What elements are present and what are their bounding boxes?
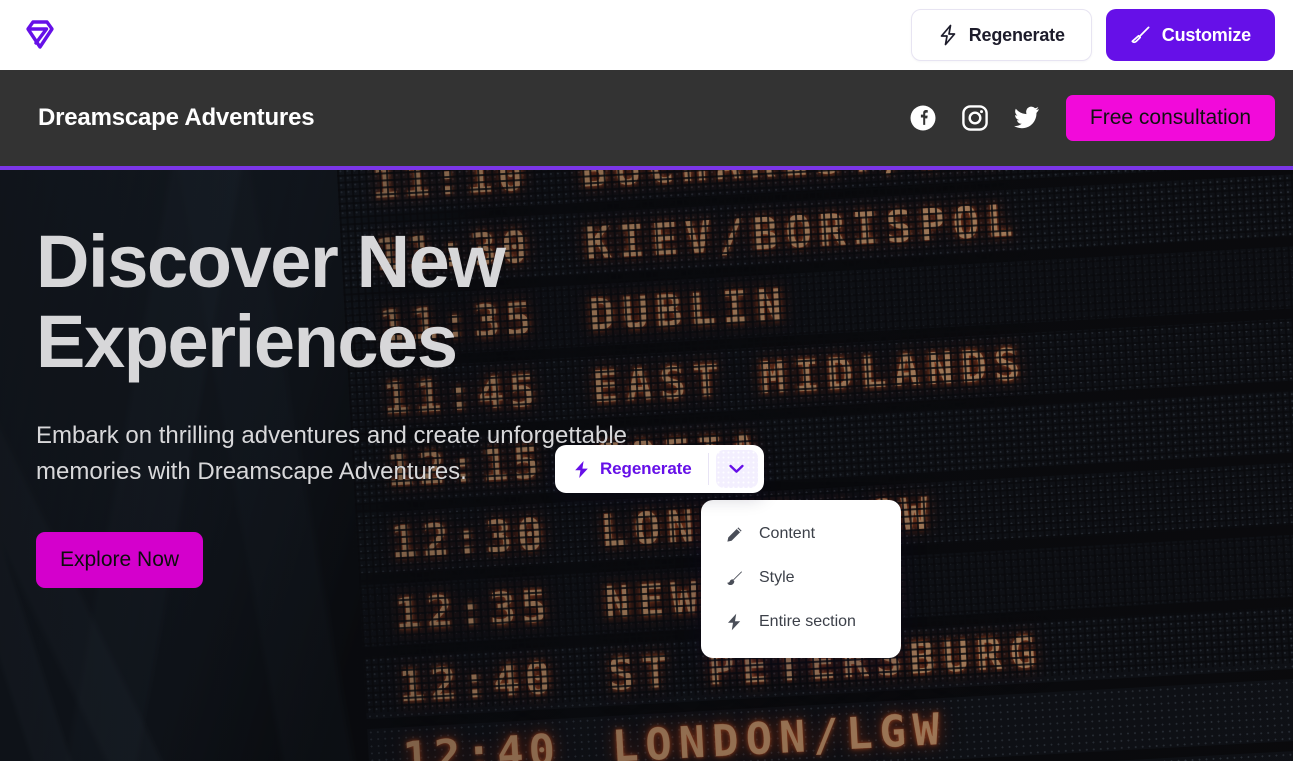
customize-button[interactable]: Customize	[1105, 9, 1275, 61]
facebook-icon[interactable]	[910, 105, 936, 131]
twitter-icon[interactable]	[1013, 106, 1040, 130]
menu-item-style[interactable]: Style	[701, 556, 901, 600]
hero-title-line-1: Discover New	[36, 220, 506, 303]
site-navbar: Dreamscape Adventures Free consultation	[0, 70, 1293, 170]
builder-actions: Regenerate Customize	[910, 9, 1275, 61]
instagram-icon[interactable]	[962, 105, 988, 131]
hero-content: Discover New Experiences Embark on thril…	[36, 222, 736, 588]
menu-item-label: Entire section	[759, 613, 856, 630]
builder-toolbar: Regenerate Customize	[0, 0, 1293, 70]
site-brand[interactable]: Dreamscape Adventures	[38, 104, 315, 132]
explore-now-button[interactable]: Explore Now	[36, 532, 204, 588]
regenerate-dropdown-menu: Content Style Entire section	[701, 500, 901, 658]
flash-icon	[938, 24, 958, 46]
hero-title: Discover New Experiences	[36, 222, 736, 382]
social-links	[910, 105, 1040, 131]
customize-button-label: Customize	[1161, 24, 1251, 45]
paintbrush-icon	[1130, 25, 1151, 46]
app-root: Regenerate Customize Dreamscape Adventur…	[0, 0, 1293, 765]
menu-item-content[interactable]: Content	[701, 512, 901, 556]
regenerate-dropdown-toggle[interactable]	[715, 450, 758, 488]
flash-icon	[573, 460, 590, 479]
website-preview: Dreamscape Adventures Free consultation …	[0, 70, 1293, 765]
navbar-right: Free consultation	[910, 95, 1275, 141]
menu-item-entire-section[interactable]: Entire section	[701, 600, 901, 644]
section-regenerate-label: Regenerate	[600, 459, 692, 478]
hero-title-line-2: Experiences	[36, 300, 458, 383]
chevron-down-icon	[729, 464, 744, 474]
diamond-logo-icon	[22, 18, 58, 52]
menu-item-label: Style	[759, 569, 795, 586]
free-consultation-button[interactable]: Free consultation	[1065, 95, 1275, 141]
menu-item-label: Content	[759, 525, 816, 542]
app-logo[interactable]	[22, 18, 58, 52]
regenerate-button-label: Regenerate	[968, 24, 1065, 45]
paintbrush-icon	[725, 570, 743, 587]
section-regenerate-button[interactable]: Regenerate	[555, 445, 708, 493]
widget-divider	[707, 453, 709, 485]
regenerate-button[interactable]: Regenerate	[910, 9, 1092, 61]
flash-icon	[725, 613, 743, 631]
section-regenerate-widget: Regenerate	[555, 445, 764, 493]
pencil-icon	[725, 526, 743, 543]
